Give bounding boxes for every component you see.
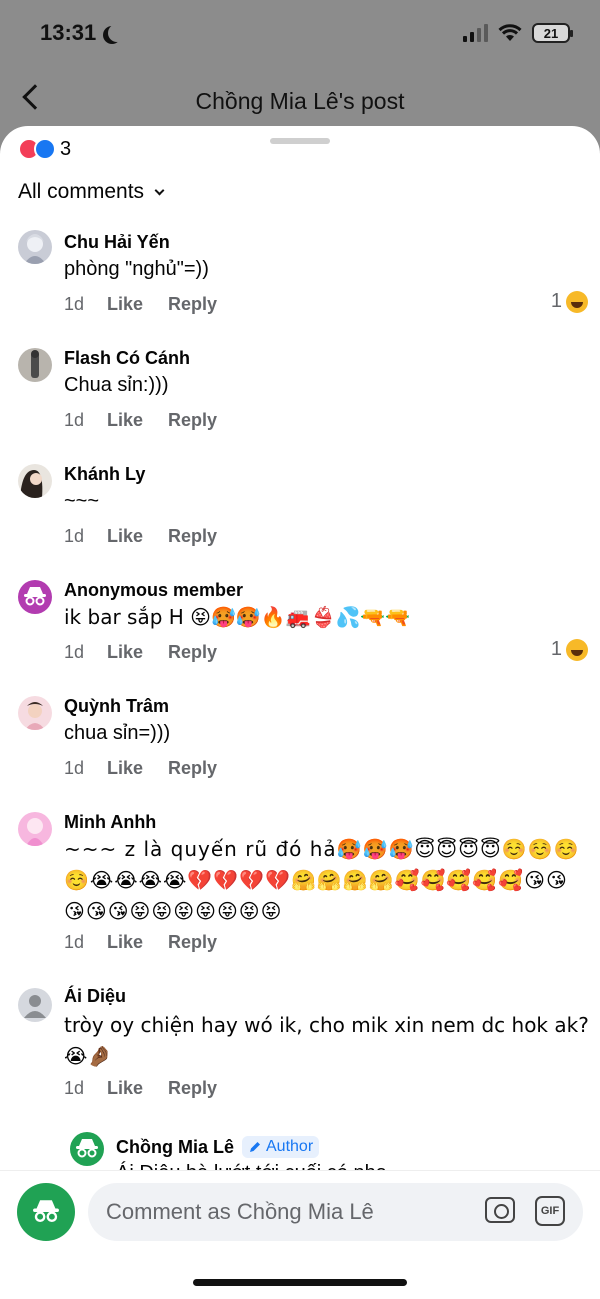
reaction-count: 3 [60,138,72,160]
author-badge-label: Author [266,1138,314,1155]
camera-icon[interactable] [485,1197,515,1223]
comment-text: chua sỉn=))) [64,722,171,744]
commenter-name[interactable]: Flash Có Cánh [64,348,190,369]
reply-button[interactable]: Reply [168,410,217,431]
comment-time: 1d [64,932,85,952]
battery-level: 21 [543,25,559,41]
comment-time: 1d [64,526,85,546]
page-title: Chồng Mia Lê's post [195,87,405,114]
gif-label: GIF [540,1205,560,1217]
like-button[interactable]: Like [107,410,168,431]
back-icon[interactable] [22,84,48,110]
clock: 13:31 [40,20,97,45]
comment-filter-dropdown[interactable]: All comments [18,180,165,204]
like-button[interactable]: Like [107,758,168,779]
comment-text: phòng "nghủ"=)) [64,258,209,280]
avatar[interactable] [18,988,52,1022]
avatar-image [31,350,39,378]
comment-actions: 1d Like Reply [64,410,217,431]
haha-reaction-icon [566,290,588,313]
sheet-grabber[interactable] [270,138,330,144]
default-avatar-icon [24,995,46,1018]
comment-time: 1d [64,642,85,662]
avatar[interactable] [18,812,52,846]
avatar-image [26,818,44,846]
status-time: 13:31 [40,20,120,46]
status-icons: 21 [463,23,573,43]
anonymous-icon [33,1200,59,1222]
post-reactions[interactable]: 3 [18,132,71,160]
comment-actions: 1d Like Reply [64,294,217,315]
reply-button[interactable]: Reply [168,526,217,547]
reply-button[interactable]: Reply [168,642,217,663]
comment-text: ~~~ z là quyến rũ đó hả🥵🥵🥵😇😇😇😇☺️☺️☺️☺️😭😭… [64,837,580,923]
avatar[interactable] [18,230,52,264]
comment-actions: 1d Like Reply [64,642,217,663]
battery-icon: 21 [532,23,573,43]
reply-button[interactable]: Reply [168,932,217,953]
status-bar: 13:31 21 [0,0,600,66]
reply-button[interactable]: Reply [168,294,217,315]
comment-input[interactable]: Comment as Chồng Mia Lê GIF [88,1183,583,1241]
comment-text: Chua sỉn:))) [64,374,169,396]
comments-sheet: 3 All comments Chu Hải Yến phòng "nghủ"=… [0,126,600,1299]
gif-icon[interactable]: GIF [535,1196,565,1226]
pencil-icon [250,1142,260,1152]
avatar[interactable] [70,1132,104,1166]
my-avatar[interactable] [17,1183,75,1241]
avatar[interactable] [18,696,52,730]
comment-reactions[interactable]: 1 [551,638,588,661]
commenter-name[interactable]: Quỳnh Trâm [64,696,169,717]
commenter-name[interactable]: Anonymous member [64,580,243,601]
author-badge: Author [242,1136,320,1158]
commenter-name[interactable]: Chu Hải Yến [64,232,170,253]
moon-icon [108,24,126,42]
like-button[interactable]: Like [107,642,168,663]
nav-bar: Chồng Mia Lê's post [0,70,600,132]
avatar-image [24,234,46,264]
avatar-image [25,702,45,730]
anonymous-icon [24,587,46,606]
chevron-down-icon [154,185,165,195]
comment-time: 1d [64,1078,85,1098]
comment-reaction-count: 1 [550,638,562,660]
commenter-name[interactable]: Khánh Ly [64,464,145,485]
comment-actions: 1d Like Reply [64,758,217,779]
like-button[interactable]: Like [107,294,168,315]
comment-text: ~~~ [64,490,100,512]
comment-input-placeholder: Comment as Chồng Mia Lê [106,1199,374,1224]
comment-time: 1d [64,758,85,778]
anonymous-icon [76,1139,98,1158]
commenter-name[interactable]: Minh Anhh [64,812,156,833]
cellular-signal-icon [463,24,488,42]
reply-button[interactable]: Reply [168,1078,217,1099]
comment-time: 1d [64,410,85,430]
comment-actions: 1d Like Reply [64,526,217,547]
like-button[interactable]: Like [107,932,168,953]
like-button[interactable]: Like [107,1078,168,1099]
avatar-image [20,470,43,498]
filter-label: All comments [18,180,145,203]
avatar[interactable] [18,464,52,498]
like-reaction-icon [34,138,56,160]
reply-author: Chồng Mia Lê Author [116,1136,320,1158]
comment-time: 1d [64,294,85,314]
avatar[interactable] [18,580,52,614]
wifi-icon [498,24,522,41]
home-indicator [193,1279,407,1286]
comment-text: tròy oy chiện hay wó ik, cho mik xin nem… [64,1013,589,1068]
reply-button[interactable]: Reply [168,758,217,779]
comment-reaction-count: 1 [550,290,562,312]
commenter-name[interactable]: Ái Diệu [64,986,126,1007]
haha-reaction-icon [566,638,588,661]
comment-actions: 1d Like Reply [64,1078,217,1099]
comment-text: ik bar sắp H 😝🥵🥵🔥🚒👙💦🔫🔫 [64,605,411,629]
commenter-name[interactable]: Chồng Mia Lê [116,1137,234,1158]
comment-actions: 1d Like Reply [64,932,217,953]
avatar[interactable] [18,348,52,382]
like-button[interactable]: Like [107,526,168,547]
comment-reactions[interactable]: 1 [551,290,588,313]
